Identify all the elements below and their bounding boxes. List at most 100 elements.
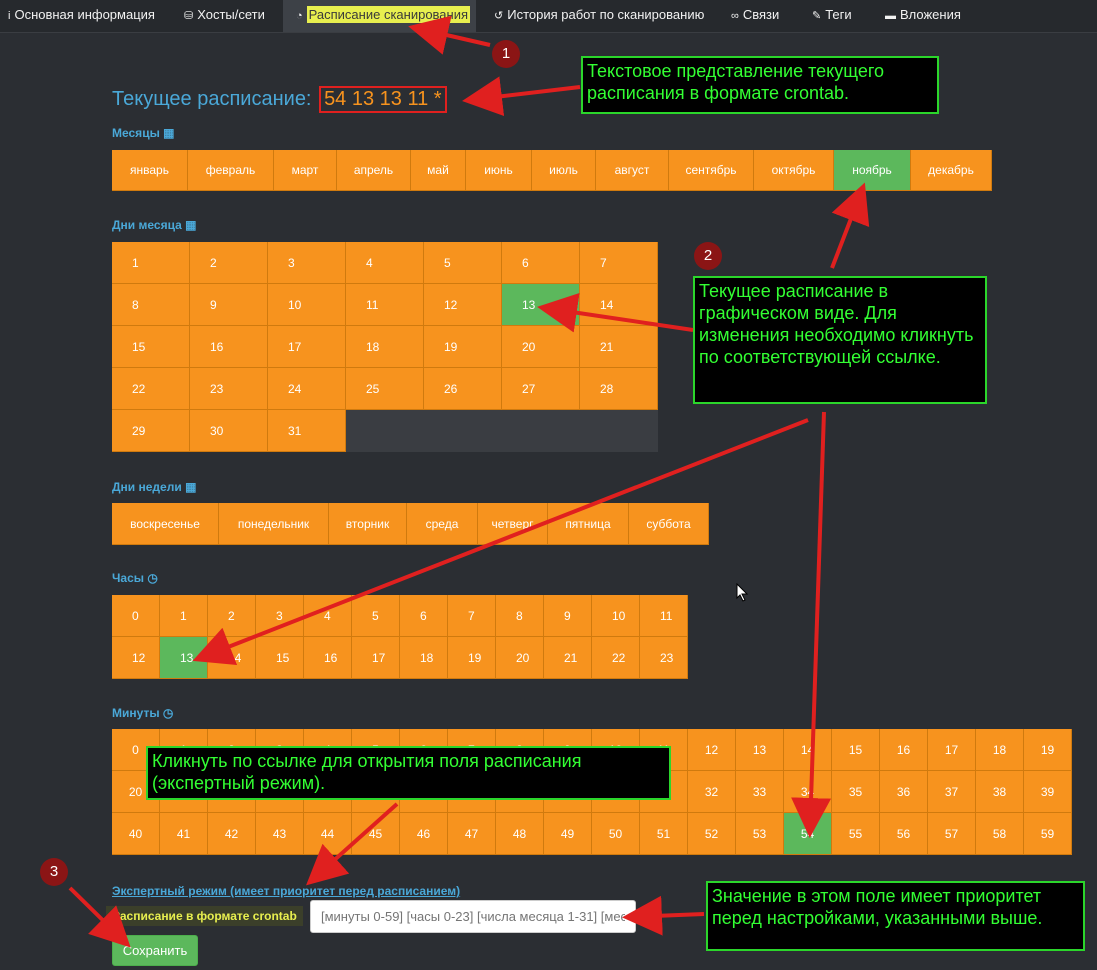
expert-mode-link[interactable]: Экспертный режим (имеет приоритет перед … bbox=[112, 884, 460, 898]
day-cell[interactable]: 8 bbox=[112, 284, 190, 326]
hour-cell[interactable]: 20 bbox=[496, 637, 544, 679]
minute-cell[interactable]: 56 bbox=[880, 813, 928, 855]
day-cell[interactable]: 20 bbox=[502, 326, 580, 368]
day-cell[interactable]: 19 bbox=[424, 326, 502, 368]
hour-cell[interactable]: 5 bbox=[352, 595, 400, 637]
minute-cell[interactable]: 48 bbox=[496, 813, 544, 855]
month-cell[interactable]: октябрь bbox=[754, 150, 834, 191]
day-cell[interactable]: 3 bbox=[268, 242, 346, 284]
day-cell[interactable]: 26 bbox=[424, 368, 502, 410]
minute-cell[interactable]: 43 bbox=[256, 813, 304, 855]
hour-cell[interactable]: 1 bbox=[160, 595, 208, 637]
minute-cell[interactable]: 50 bbox=[592, 813, 640, 855]
month-cell[interactable]: август bbox=[596, 150, 669, 191]
day-cell[interactable]: 15 bbox=[112, 326, 190, 368]
day-cell[interactable]: 28 bbox=[580, 368, 658, 410]
weekday-cell[interactable]: понедельник bbox=[219, 503, 329, 545]
day-cell[interactable]: 18 bbox=[346, 326, 424, 368]
minute-cell[interactable]: 13 bbox=[736, 729, 784, 771]
month-cell[interactable]: март bbox=[274, 150, 337, 191]
minute-cell[interactable]: 44 bbox=[304, 813, 352, 855]
day-cell[interactable]: 10 bbox=[268, 284, 346, 326]
minute-cell[interactable]: 52 bbox=[688, 813, 736, 855]
month-cell[interactable]: апрель bbox=[337, 150, 411, 191]
minute-cell[interactable]: 35 bbox=[832, 771, 880, 813]
minute-cell[interactable]: 59 bbox=[1024, 813, 1072, 855]
month-cell[interactable]: июль bbox=[532, 150, 596, 191]
day-cell[interactable]: 13 bbox=[502, 284, 580, 326]
minute-cell[interactable]: 12 bbox=[688, 729, 736, 771]
weekday-cell[interactable]: суббота bbox=[629, 503, 709, 545]
minute-cell[interactable]: 45 bbox=[352, 813, 400, 855]
day-cell[interactable]: 1 bbox=[112, 242, 190, 284]
day-cell[interactable]: 12 bbox=[424, 284, 502, 326]
minute-cell[interactable]: 36 bbox=[880, 771, 928, 813]
hour-cell[interactable]: 23 bbox=[640, 637, 688, 679]
hour-cell[interactable]: 7 bbox=[448, 595, 496, 637]
day-cell[interactable]: 29 bbox=[112, 410, 190, 452]
save-button[interactable]: Сохранить bbox=[112, 935, 198, 966]
hour-cell[interactable]: 17 bbox=[352, 637, 400, 679]
day-cell[interactable]: 24 bbox=[268, 368, 346, 410]
tab-scan-history[interactable]: ↺ История работ по сканированию bbox=[494, 0, 704, 32]
tab-hosts[interactable]: ⛁ Хосты/сети bbox=[184, 0, 265, 32]
tab-scan-schedule[interactable]: ◔ Расписание сканирования bbox=[283, 0, 476, 32]
weekday-cell[interactable]: воскресенье bbox=[112, 503, 219, 545]
hour-cell[interactable]: 6 bbox=[400, 595, 448, 637]
hour-cell[interactable]: 3 bbox=[256, 595, 304, 637]
minute-cell[interactable]: 32 bbox=[688, 771, 736, 813]
hour-cell[interactable]: 19 bbox=[448, 637, 496, 679]
minute-cell[interactable]: 58 bbox=[976, 813, 1024, 855]
minute-cell[interactable]: 54 bbox=[784, 813, 832, 855]
day-cell[interactable]: 9 bbox=[190, 284, 268, 326]
weekday-cell[interactable]: пятница bbox=[548, 503, 629, 545]
weekday-cell[interactable]: вторник bbox=[329, 503, 407, 545]
month-cell[interactable]: сентябрь bbox=[669, 150, 754, 191]
hour-cell[interactable]: 12 bbox=[112, 637, 160, 679]
tab-general-info[interactable]: i Основная информация bbox=[8, 0, 155, 32]
minute-cell[interactable]: 17 bbox=[928, 729, 976, 771]
weekday-cell[interactable]: четверг bbox=[478, 503, 548, 545]
day-cell[interactable]: 11 bbox=[346, 284, 424, 326]
crontab-input[interactable] bbox=[310, 900, 636, 933]
hour-cell[interactable]: 2 bbox=[208, 595, 256, 637]
day-cell[interactable]: 21 bbox=[580, 326, 658, 368]
month-cell[interactable]: ноябрь bbox=[834, 150, 911, 191]
day-cell[interactable]: 2 bbox=[190, 242, 268, 284]
day-cell[interactable]: 27 bbox=[502, 368, 580, 410]
hour-cell[interactable]: 0 bbox=[112, 595, 160, 637]
minute-cell[interactable]: 55 bbox=[832, 813, 880, 855]
day-cell[interactable]: 17 bbox=[268, 326, 346, 368]
day-cell[interactable]: 5 bbox=[424, 242, 502, 284]
day-cell[interactable]: 31 bbox=[268, 410, 346, 452]
minute-cell[interactable]: 40 bbox=[112, 813, 160, 855]
day-cell[interactable]: 6 bbox=[502, 242, 580, 284]
month-cell[interactable]: май bbox=[411, 150, 466, 191]
tab-links[interactable]: ∞ Связи bbox=[731, 0, 779, 32]
month-cell[interactable]: июнь bbox=[466, 150, 532, 191]
day-cell[interactable]: 23 bbox=[190, 368, 268, 410]
hour-cell[interactable]: 11 bbox=[640, 595, 688, 637]
minute-cell[interactable]: 53 bbox=[736, 813, 784, 855]
minute-cell[interactable]: 49 bbox=[544, 813, 592, 855]
hour-cell[interactable]: 10 bbox=[592, 595, 640, 637]
month-cell[interactable]: февраль bbox=[188, 150, 274, 191]
month-cell[interactable]: январь bbox=[112, 150, 188, 191]
minute-cell[interactable]: 51 bbox=[640, 813, 688, 855]
month-cell[interactable]: декабрь bbox=[911, 150, 992, 191]
hour-cell[interactable]: 22 bbox=[592, 637, 640, 679]
minute-cell[interactable]: 41 bbox=[160, 813, 208, 855]
minute-cell[interactable]: 46 bbox=[400, 813, 448, 855]
day-cell[interactable]: 22 bbox=[112, 368, 190, 410]
hour-cell[interactable]: 14 bbox=[208, 637, 256, 679]
minute-cell[interactable]: 42 bbox=[208, 813, 256, 855]
minute-cell[interactable]: 19 bbox=[1024, 729, 1072, 771]
hour-cell[interactable]: 9 bbox=[544, 595, 592, 637]
hour-cell[interactable]: 21 bbox=[544, 637, 592, 679]
weekday-cell[interactable]: среда bbox=[407, 503, 478, 545]
hour-cell[interactable]: 4 bbox=[304, 595, 352, 637]
minute-cell[interactable]: 34 bbox=[784, 771, 832, 813]
day-cell[interactable]: 7 bbox=[580, 242, 658, 284]
minute-cell[interactable]: 18 bbox=[976, 729, 1024, 771]
day-cell[interactable]: 14 bbox=[580, 284, 658, 326]
